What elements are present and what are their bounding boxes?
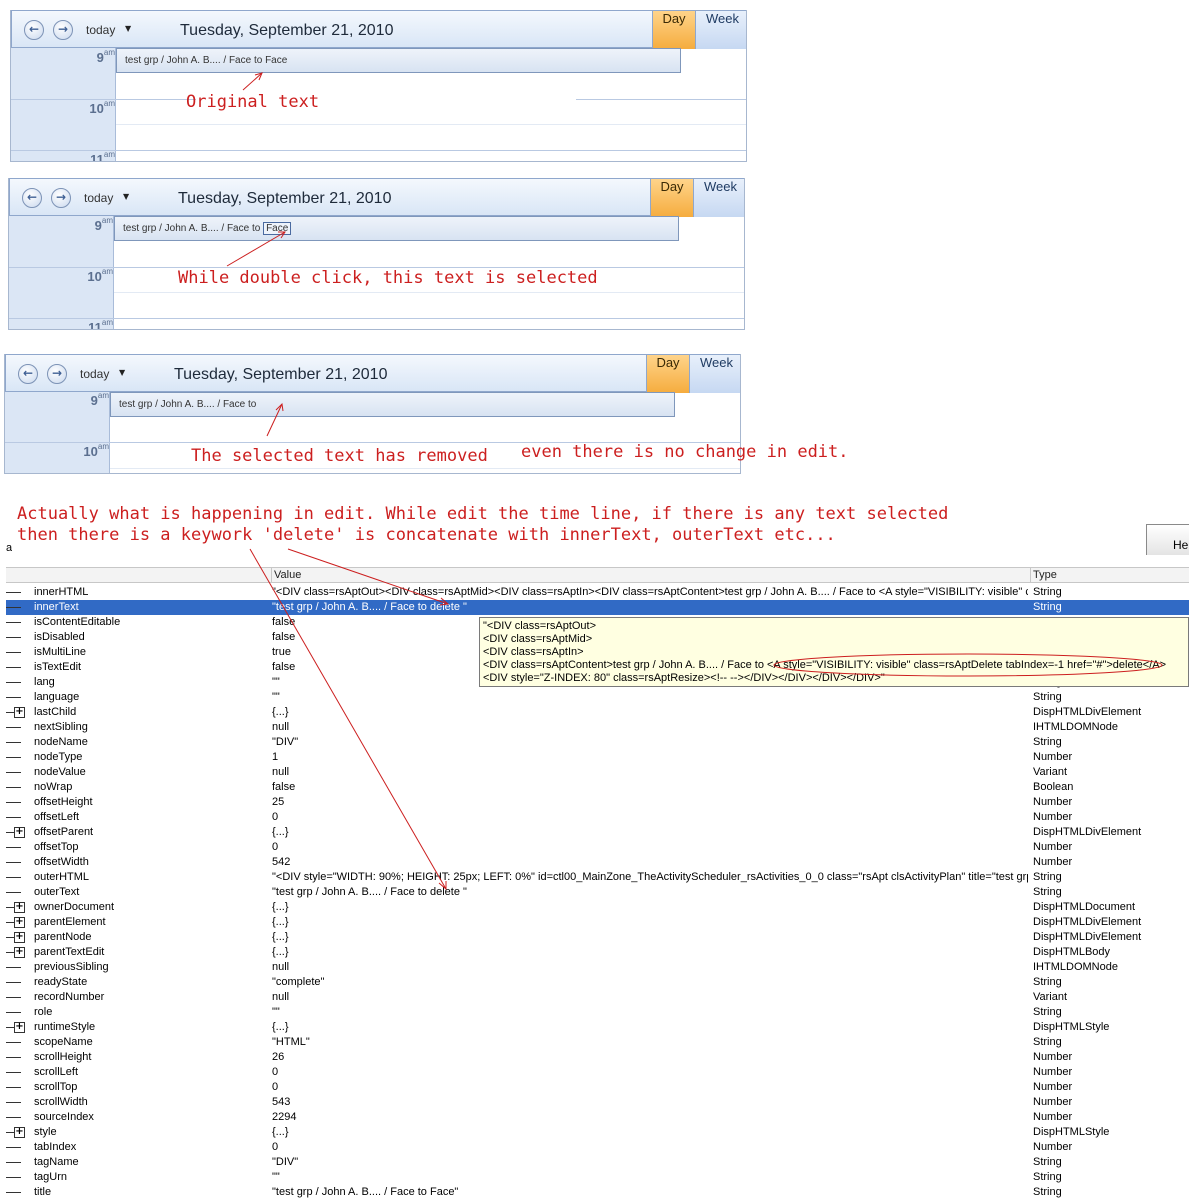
annotation-arrows <box>226 72 1163 891</box>
